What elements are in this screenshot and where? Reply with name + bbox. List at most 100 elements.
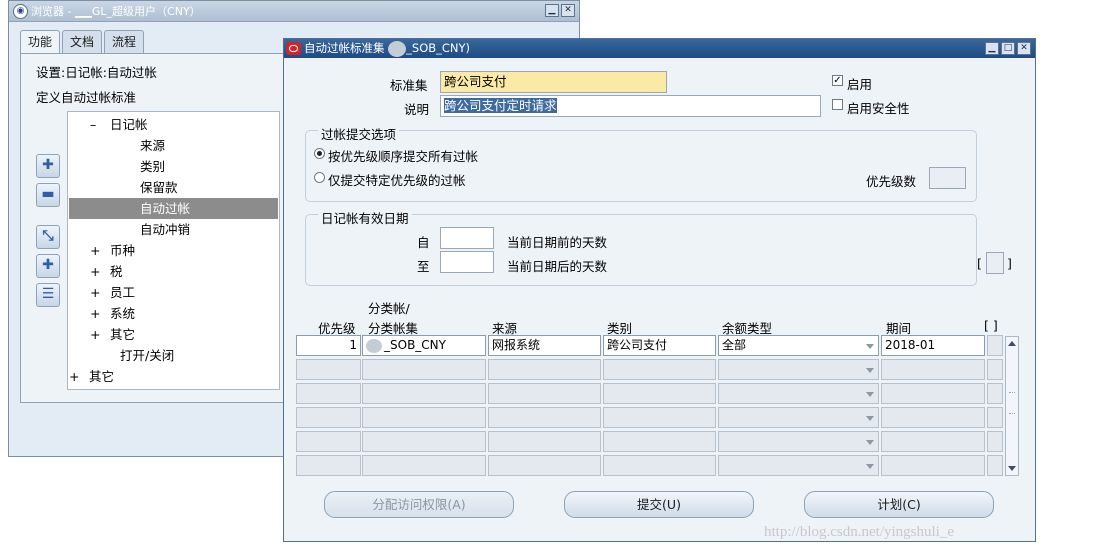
tree-node-sources[interactable]: 来源 [140, 135, 165, 156]
oracle-app-icon: ◉ [13, 4, 28, 19]
assign-access-button[interactable]: 分配访问权限(A) [324, 491, 514, 518]
row-dff-cell[interactable] [987, 359, 1003, 380]
priority-number-input[interactable] [929, 167, 966, 189]
period-cell-value: 2018-01 [885, 338, 936, 352]
tab-functions[interactable]: 功能 [20, 30, 61, 55]
tree-node-other[interactable]: + 其它 [90, 324, 135, 345]
period-cell[interactable]: 2018-01 [881, 335, 985, 356]
category-cell[interactable] [603, 431, 716, 452]
schedule-button[interactable]: 计划(C) [804, 491, 994, 518]
chevron-down-icon[interactable] [866, 416, 874, 421]
category-cell[interactable] [603, 455, 716, 476]
scroll-down-icon[interactable] [1008, 466, 1016, 471]
navigator-titlebar[interactable]: ◉ 浏览器 - ▁▁GL_超级用户（CNY） ▁ ✕ [9, 1, 579, 22]
chevron-down-icon[interactable] [866, 344, 874, 349]
scroll-grip[interactable] [1009, 392, 1015, 414]
period-cell[interactable] [881, 383, 985, 404]
description-input[interactable]: 跨公司支付定时请求 [440, 95, 821, 117]
criteria-set-input[interactable]: 跨公司支付 [440, 71, 667, 93]
tree-node-tax[interactable]: + 税 [90, 261, 123, 282]
tree-node-employees[interactable]: + 员工 [90, 282, 135, 303]
table-vertical-scrollbar[interactable] [1005, 336, 1019, 476]
category-cell[interactable]: 跨公司支付 [603, 335, 716, 356]
balance-type-select[interactable]: 全部 [718, 335, 879, 356]
chevron-down-icon[interactable] [866, 464, 874, 469]
source-cell[interactable] [488, 431, 601, 452]
radio-submit-specific[interactable] [314, 172, 325, 183]
radio-submit-all[interactable] [314, 148, 325, 159]
tree-node-currency[interactable]: + 币种 [90, 240, 135, 261]
priority-cell[interactable] [296, 359, 361, 380]
ledger-cell[interactable] [362, 359, 486, 380]
ledger-cell[interactable]: _SOB_CNY [362, 335, 486, 356]
ledger-cell[interactable] [362, 431, 486, 452]
tree-node-open-close[interactable]: 打开/关闭 [120, 345, 174, 366]
scroll-up-icon[interactable] [1008, 341, 1016, 346]
maximize-icon[interactable]: □ [1001, 42, 1015, 55]
tree-node-other-root[interactable]: + 其它 [69, 366, 114, 387]
tree-node-reserve[interactable]: 保留款 [140, 177, 178, 198]
chevron-down-icon[interactable] [866, 392, 874, 397]
minimize-icon[interactable]: ▁ [545, 4, 559, 17]
period-cell[interactable] [881, 407, 985, 428]
priority-cell[interactable]: 1 [296, 335, 361, 356]
collapse-all-icon[interactable]: ☰ [36, 283, 60, 307]
plus-icon[interactable]: ✚ [36, 154, 60, 178]
priority-cell[interactable] [296, 431, 361, 452]
redacted-blob [388, 40, 407, 57]
days-after-input[interactable] [440, 251, 494, 273]
category-cell[interactable] [603, 383, 716, 404]
row-dff-cell[interactable] [987, 335, 1003, 356]
chevron-down-icon[interactable] [866, 440, 874, 445]
enabled-checkbox[interactable]: ✓ [832, 75, 843, 86]
description-label: 说明 [404, 102, 430, 117]
submit-button[interactable]: 提交(U) [564, 491, 754, 518]
priority-cell[interactable] [296, 455, 361, 476]
row-dff-cell[interactable] [987, 383, 1003, 404]
tab-processes[interactable]: 流程 [104, 30, 145, 54]
source-cell[interactable] [488, 407, 601, 428]
tree-node-journals[interactable]: – 日记帐 [90, 114, 148, 135]
dff-bracket-close: ] [1007, 256, 1012, 271]
balance-type-select[interactable] [718, 455, 879, 476]
tree-node-autoreverse[interactable]: 自动冲销 [140, 219, 190, 240]
minimize-icon[interactable]: ▁ [985, 42, 999, 55]
period-cell[interactable] [881, 431, 985, 452]
category-cell[interactable] [603, 407, 716, 428]
source-cell[interactable] [488, 359, 601, 380]
priority-cell[interactable] [296, 407, 361, 428]
period-cell[interactable] [881, 455, 985, 476]
ledger-cell[interactable] [362, 455, 486, 476]
source-cell[interactable] [488, 383, 601, 404]
row-dff-cell[interactable] [987, 431, 1003, 452]
chevron-down-icon[interactable] [866, 368, 874, 373]
dff-field[interactable] [986, 252, 1004, 274]
period-cell[interactable] [881, 359, 985, 380]
tree-node-autopost[interactable]: 自动过帐 [69, 198, 278, 219]
balance-type-select[interactable] [718, 407, 879, 428]
tab-documents[interactable]: 文档 [62, 30, 103, 54]
enabled-label: 启用 [847, 77, 873, 92]
tree-node-system[interactable]: + 系统 [90, 303, 135, 324]
balance-type-select[interactable] [718, 431, 879, 452]
close-icon[interactable]: ✕ [561, 4, 575, 17]
tree-node-categories[interactable]: 类别 [140, 156, 165, 177]
ledger-cell[interactable] [362, 383, 486, 404]
priority-cell[interactable] [296, 383, 361, 404]
row-dff-cell[interactable] [987, 407, 1003, 428]
ledger-cell[interactable] [362, 407, 486, 428]
balance-type-select[interactable] [718, 383, 879, 404]
source-cell[interactable]: 网报系统 [488, 335, 601, 356]
row-dff-cell[interactable] [987, 455, 1003, 476]
source-cell[interactable] [488, 455, 601, 476]
days-before-input[interactable] [440, 227, 494, 249]
expand-branch-icon[interactable]: ⤡ [36, 225, 60, 249]
security-checkbox[interactable] [832, 99, 843, 110]
expand-all-icon[interactable]: ✚ [36, 254, 60, 278]
dialog-titlebar[interactable]: 自动过帐标准集 _SOB_CNY) ▁ □ ✕ [284, 39, 1035, 58]
close-icon[interactable]: ✕ [1017, 42, 1031, 55]
minus-icon[interactable]: ▬ [36, 183, 60, 207]
balance-type-select[interactable] [718, 359, 879, 380]
priority-cell-value: 1 [349, 338, 357, 352]
category-cell[interactable] [603, 359, 716, 380]
